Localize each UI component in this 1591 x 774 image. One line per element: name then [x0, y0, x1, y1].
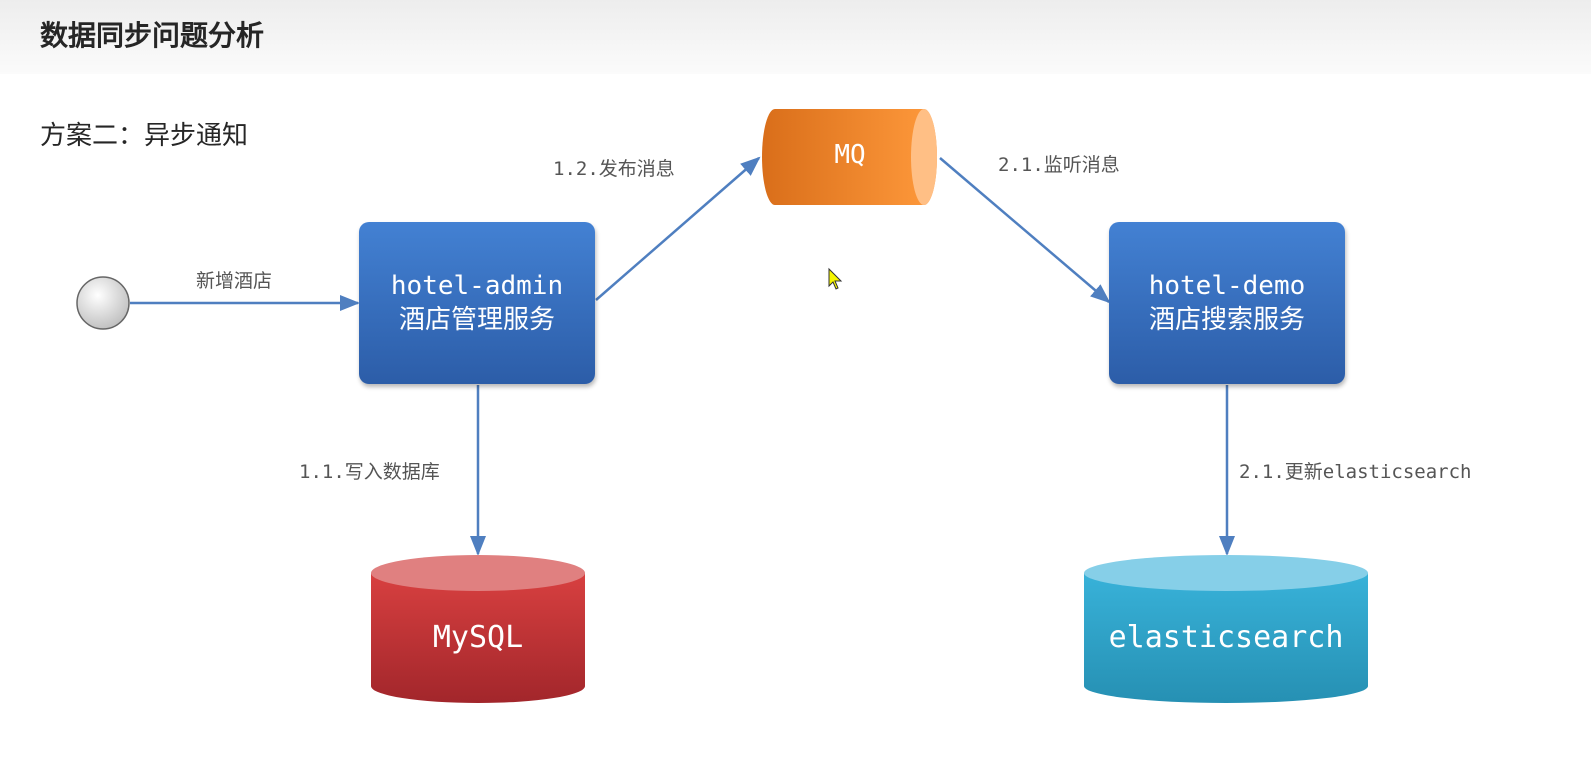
label-write-db: 1.1.写入数据库: [299, 461, 440, 483]
hotel-demo-name: hotel-demo: [1148, 271, 1306, 301]
hotel-admin-desc: 酒店管理服务: [398, 305, 555, 335]
label-listen: 2.1.监听消息: [998, 154, 1120, 176]
hotel-admin-name: hotel-admin: [390, 271, 564, 301]
hotel-admin-node: hotel-admin 酒店管理服务: [359, 222, 595, 384]
hotel-demo-desc: 酒店搜索服务: [1148, 305, 1305, 335]
hotel-demo-node: hotel-demo 酒店搜索服务: [1109, 222, 1345, 384]
mq-label: MQ: [834, 140, 866, 170]
diagram-canvas: [76, 109, 1368, 703]
mouse-cursor-icon: [828, 267, 843, 290]
start-node: [76, 276, 130, 330]
arrow-listen: [939, 157, 1111, 304]
label-update-es: 2.1.更新elasticsearch: [1239, 461, 1472, 483]
label-add-hotel: 新增酒店: [196, 270, 273, 292]
elasticsearch-label: elasticsearch: [1108, 620, 1344, 655]
mysql-label: MySQL: [432, 620, 524, 655]
label-publish: 1.2.发布消息: [553, 158, 675, 180]
